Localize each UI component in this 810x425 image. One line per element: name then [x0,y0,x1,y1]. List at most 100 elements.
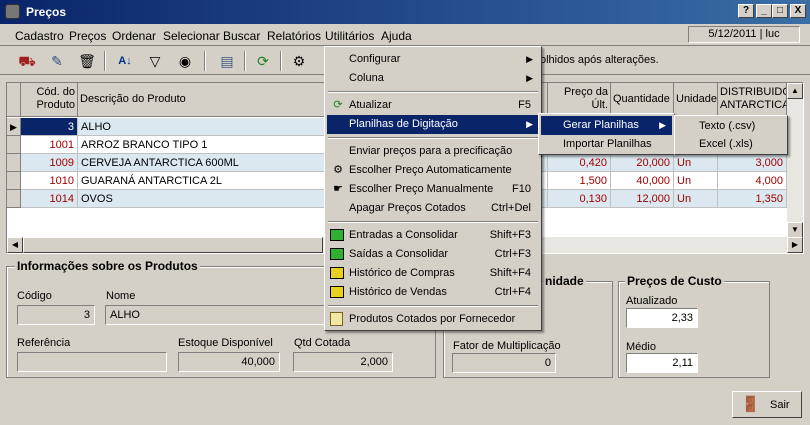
nome-field[interactable]: ALHO [105,305,330,325]
row-indicator: ▶ [7,118,21,136]
menu-ajuda[interactable]: Ajuda [381,29,412,43]
menu-item-apagar[interactable]: Apagar Preços Cotados Ctrl+Del [327,199,539,218]
menu-item-hist-vendas[interactable]: Histórico de Vendas Ctrl+F4 [327,283,539,302]
atualizado-field[interactable]: 2,33 [626,308,698,328]
info-group-title: Informações sobre os Produtos [15,259,200,273]
binoculars-icon[interactable]: ◉ [174,51,196,71]
header-quantidade[interactable]: Quantidade [611,83,674,117]
toolbar-separator [204,51,206,71]
sair-button[interactable]: 🚪 Sair [732,391,802,418]
menu-item-label: Configurar [349,53,401,65]
header-preco[interactable]: Preço da Últ. Compra [548,83,611,117]
minimize-button[interactable]: _ [756,4,772,18]
cell-preco: 0,420 [548,154,611,172]
status-date: 5/12/2011 | luc [688,26,800,43]
menu-item-atualizar[interactable]: ⟳ Atualizar F5 [327,96,539,115]
folder-green-icon [330,229,344,241]
menu-item-label: Histórico de Vendas [349,286,447,298]
menu-item-enviar[interactable]: Enviar preços para a precificação [327,142,539,161]
submenu-item-gerar[interactable]: Gerar Planilhas ▶ [541,116,672,135]
cell-distribuidor: 1,350 [718,190,787,208]
submenu-item-label: Texto (.csv) [699,120,756,132]
menu-selecionar[interactable]: Selecionar [163,29,220,43]
menu-item-saidas[interactable]: Saídas a Consolidar Ctrl+F3 [327,245,539,264]
menu-item-label: Apagar Preços Cotados [349,202,466,214]
info-text: olhidos após alterações. [540,54,659,66]
referencia-field[interactable] [17,352,167,372]
menu-precos[interactable]: Preços [69,29,106,43]
nome-label: Nome [106,290,136,302]
gerar-submenu: Texto (.csv) Excel (.xls) [674,115,788,155]
hand-icon: ☛ [333,183,343,195]
menu-cadastro[interactable]: Cadastro [15,29,64,43]
header-unidade[interactable]: Unidade [674,83,718,117]
refresh-icon[interactable]: ⟳ [252,51,274,71]
header-distribuidor[interactable]: DISTRIBUIDO ANTARCTICA [718,83,787,117]
row-indicator [7,136,21,154]
arrow-right-icon: ▶ [526,73,533,83]
menu-item-configurar[interactable]: Configurar ▶ [327,50,539,69]
menu-separator [328,221,538,223]
fator-label: Fator de Multiplicação [453,340,561,352]
window-icon[interactable]: ▤ [216,51,238,71]
unidade-group-title: nidade [543,274,586,288]
folder-yellow-icon [330,267,344,279]
menu-item-shortcut: Ctrl+F4 [494,286,531,298]
filter-icon[interactable]: ▽ [144,51,166,71]
toolbar-separator [280,51,282,71]
scroll-up-icon[interactable]: ▲ [787,83,803,99]
menu-item-hist-compras[interactable]: Histórico de Compras Shift+F4 [327,264,539,283]
menu-item-escolher-auto[interactable]: ⚙ Escolher Preço Automaticamente [327,161,539,180]
vertical-scrollbar[interactable]: ▲ ▼ [787,83,803,238]
menu-item-label: Atualizar [349,99,392,111]
menu-item-shortcut: F10 [512,183,531,195]
menu-utilitarios[interactable]: Utilitários [325,29,374,43]
menu-item-planilhas[interactable]: Planilhas de Digitação ▶ [327,115,539,134]
medio-field[interactable]: 2,11 [626,353,698,373]
basket-icon[interactable]: ⛟ [16,51,38,71]
cell-preco: 1,500 [548,172,611,190]
menu-item-label: Coluna [349,72,384,84]
menu-item-shortcut: F5 [518,99,531,111]
row-indicator [7,154,21,172]
estoque-field[interactable]: 40,000 [178,352,280,372]
arrow-right-icon: ▶ [526,119,533,129]
qtd-field[interactable]: 2,000 [293,352,393,372]
menu-item-escolher-manual[interactable]: ☛ Escolher Preço Manualmente F10 [327,180,539,199]
cell-codigo: 1014 [21,190,78,208]
cell-distribuidor: 4,000 [718,172,787,190]
trash-icon[interactable]: 🗑 [76,51,98,71]
menu-relatorios[interactable]: Relatórios [267,29,321,43]
sort-icon[interactable]: A↓ [114,51,136,71]
window-title: Preços [26,5,67,19]
scroll-thumb[interactable] [23,237,323,253]
submenu-item-csv[interactable]: Texto (.csv) [677,117,785,136]
submenu-item-xls[interactable]: Excel (.xls) [677,135,785,154]
menu-item-coluna[interactable]: Coluna ▶ [327,69,539,88]
menu-item-produtos-cotados[interactable]: Produtos Cotados por Fornecedor [327,310,539,329]
menu-ordenar[interactable]: Ordenar [112,29,156,43]
folder-green-icon [330,248,344,260]
scroll-left-icon[interactable]: ◀ [7,237,23,253]
menu-buscar[interactable]: Buscar [223,29,260,43]
codigo-field[interactable]: 3 [17,305,95,325]
scroll-down-icon[interactable]: ▼ [787,222,803,238]
gear-icon: ⚙ [333,164,343,176]
toolbar-separator [104,51,106,71]
gear-icon[interactable]: ⚙ [288,51,310,71]
medio-label: Médio [626,341,656,353]
menu-item-entradas[interactable]: Entradas a Consolidar Shift+F3 [327,226,539,245]
cell-codigo: 1001 [21,136,78,154]
header-indicator [7,83,21,117]
menu-separator [328,91,538,93]
close-button[interactable]: X [790,4,806,18]
scroll-right-icon[interactable]: ▶ [787,237,803,253]
edit-icon[interactable]: ✎ [46,51,68,71]
help-button[interactable]: ? [738,4,754,18]
menu-separator [328,137,538,139]
fator-field[interactable]: 0 [452,353,556,373]
cell-quantidade: 20,000 [611,154,674,172]
header-codigo[interactable]: Cód. do Produto [21,83,78,117]
submenu-item-importar[interactable]: Importar Planilhas [541,135,672,154]
maximize-button[interactable]: □ [772,4,788,18]
